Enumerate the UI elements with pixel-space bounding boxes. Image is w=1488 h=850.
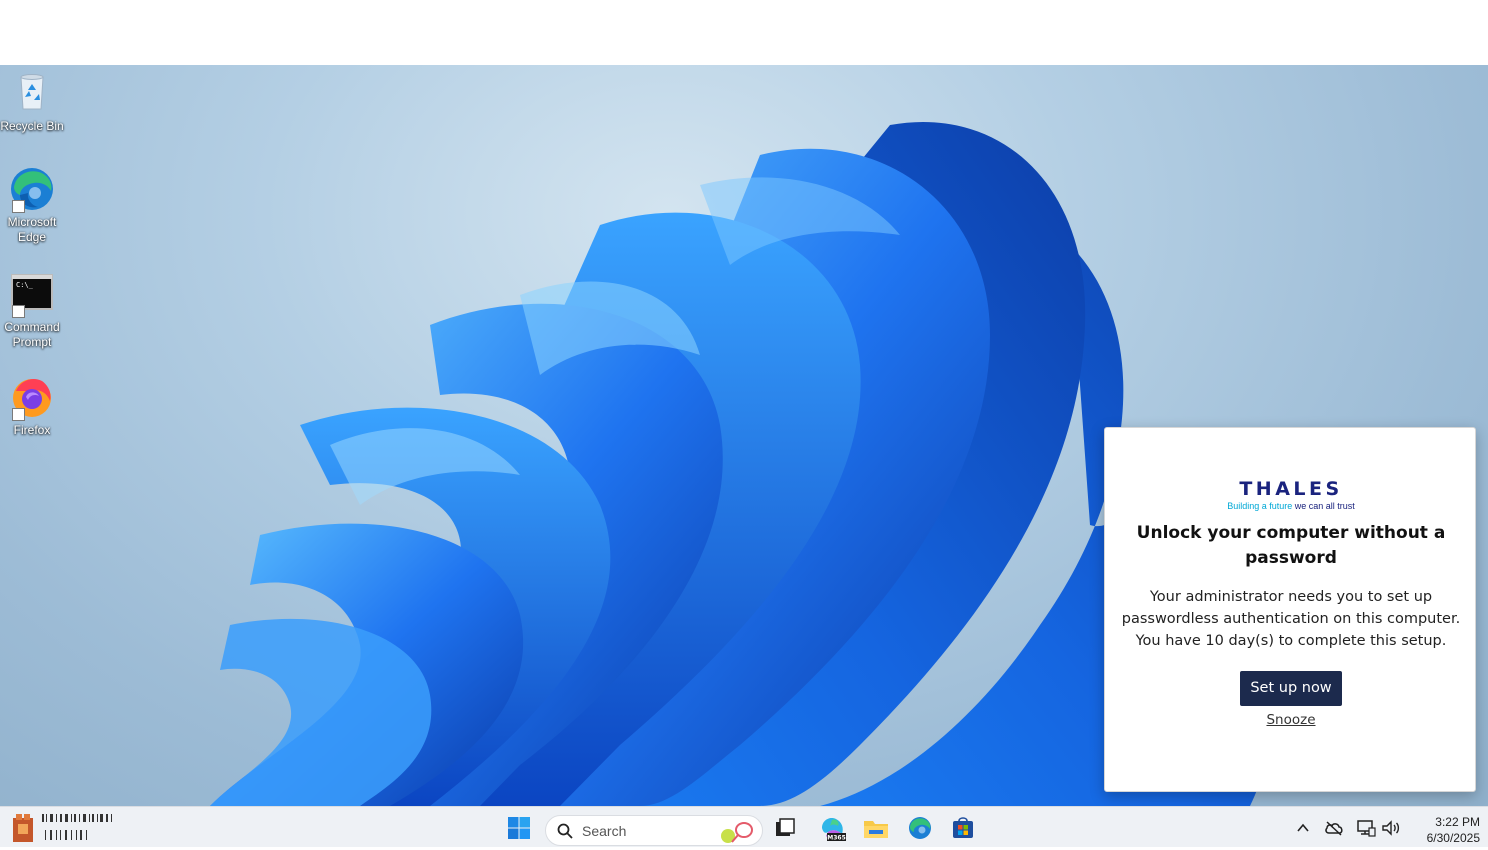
- clock-date: 6/30/2025: [1426, 831, 1480, 845]
- popup-title: Unlock your computer without a password: [1136, 523, 1446, 568]
- logo-tagline: Building a future we can all trust: [1211, 501, 1371, 511]
- desktop-icon-label: Command Prompt: [4, 320, 60, 349]
- store-button[interactable]: [946, 811, 980, 845]
- volume-icon[interactable]: [1380, 817, 1402, 839]
- desktop-icon-edge[interactable]: Microsoft Edge: [0, 165, 64, 245]
- shortcut-arrow-icon: [12, 408, 25, 421]
- edge-taskbar-button[interactable]: [903, 811, 937, 845]
- desktop-icon-firefox[interactable]: Firefox: [0, 373, 64, 438]
- task-view-button[interactable]: [768, 811, 802, 845]
- snooze-link[interactable]: Snooze: [1235, 712, 1347, 728]
- shortcut-arrow-icon: [12, 305, 25, 318]
- popup-body: Your administrator needs you to set up p…: [1121, 589, 1461, 649]
- shortcut-arrow-icon: [12, 200, 25, 213]
- m365-copilot-icon: M365: [822, 818, 846, 842]
- copilot-badge: M365: [827, 835, 846, 842]
- taskbar-search-input[interactable]: Search: [545, 815, 763, 846]
- edge-icon: [8, 165, 56, 213]
- logo-wordmark: THALES: [1239, 478, 1343, 500]
- taskbar: Search M365 3:22 PM 6/30/2025: [0, 806, 1488, 847]
- task-view-icon: [776, 818, 795, 836]
- m365-copilot-button[interactable]: M365: [815, 811, 849, 845]
- svg-text:C:\_: C:\_: [16, 281, 34, 289]
- desktop-icon-label: Microsoft Edge: [7, 215, 57, 244]
- file-explorer-icon: [864, 821, 888, 838]
- top-blank-strip: [0, 0, 1488, 65]
- onedrive-icon[interactable]: [1323, 817, 1345, 839]
- chevron-up-icon[interactable]: [1292, 817, 1314, 839]
- start-button[interactable]: [502, 811, 536, 845]
- desktop-icon-recycle-bin[interactable]: Recycle Bin: [0, 69, 64, 134]
- clock-time: 3:22 PM: [1435, 815, 1480, 829]
- file-explorer-button[interactable]: [859, 811, 893, 845]
- start-icon: [508, 817, 530, 839]
- set-up-now-button[interactable]: Set up now: [1240, 671, 1342, 706]
- logo-tagline-highlight: Building a future: [1227, 501, 1293, 511]
- edge-icon: [909, 817, 931, 839]
- firefox-icon: [8, 373, 56, 421]
- desktop-icon-command-prompt[interactable]: C:\_ Command Prompt: [0, 270, 64, 350]
- search-highlight-tennis-icon: [721, 822, 753, 843]
- thales-logo: THALES Building a future we can all trus…: [1211, 478, 1371, 511]
- recycle-bin-icon: [8, 69, 56, 117]
- desktop-icon-label: Recycle Bin: [0, 119, 64, 133]
- taskbar-clock[interactable]: 3:22 PM 6/30/2025: [1404, 814, 1480, 846]
- desktop-icon-label: Firefox: [13, 423, 51, 437]
- search-icon: [557, 823, 573, 839]
- logo-tagline-rest: we can all trust: [1292, 501, 1355, 511]
- store-icon: [953, 817, 973, 838]
- thales-passwordless-popup: THALES Building a future we can all trus…: [1104, 427, 1476, 792]
- network-icon[interactable]: [1355, 817, 1377, 839]
- command-prompt-icon: C:\_: [8, 270, 56, 318]
- weather-widget[interactable]: [10, 810, 120, 846]
- search-placeholder: Search: [582, 823, 627, 839]
